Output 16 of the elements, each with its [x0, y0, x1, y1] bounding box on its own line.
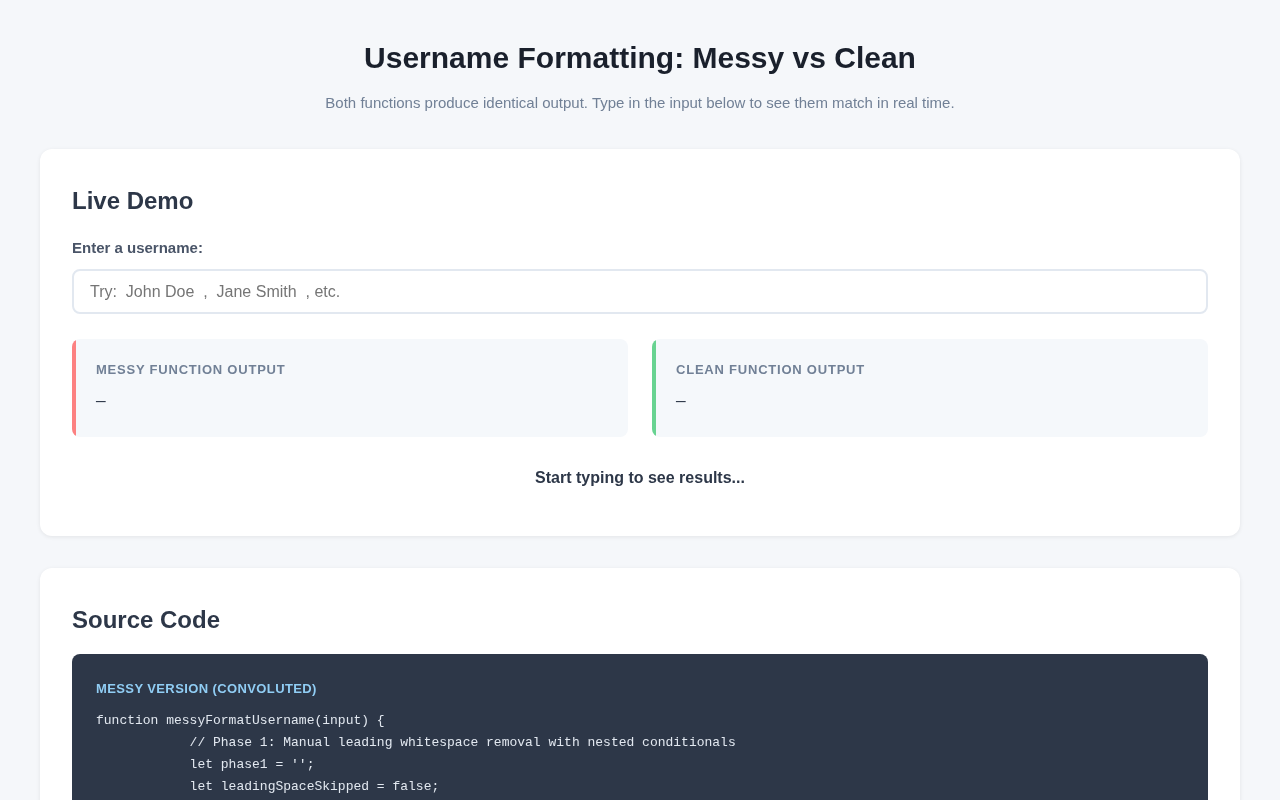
- section-heading: Live Demo: [72, 186, 195, 216]
- page-title: Username Formatting: Messy vs Clean: [363, 40, 917, 76]
- status-text: Start typing to see results...: [534, 468, 746, 488]
- section-heading: Source Code: [72, 605, 222, 635]
- code-line: function messyFormatUsername(input) {: [96, 712, 385, 730]
- output-label: MESSY FUNCTION OUTPUT: [96, 361, 286, 379]
- field-label: Enter a username:: [72, 238, 204, 258]
- code-line: // Phase 1: Manual leading whitespace removal with nested conditionals: [188, 734, 736, 752]
- output-label: CLEAN FUNCTION OUTPUT: [676, 361, 865, 379]
- code-caption: MESSY VERSION (CONVOLUTED): [96, 680, 318, 698]
- code-line: let leadingSpaceSkipped = false;: [188, 778, 440, 796]
- output-value: —: [676, 392, 687, 413]
- username-input[interactable]: Try: John Doe , Jane Smith , etc.: [72, 269, 1208, 314]
- output-value: —: [96, 392, 107, 413]
- code-line: let phase1 = '';: [188, 756, 315, 774]
- page-subtitle: Both functions produce identical output. Type in the input below to see them match in real time.: [324, 93, 956, 113]
